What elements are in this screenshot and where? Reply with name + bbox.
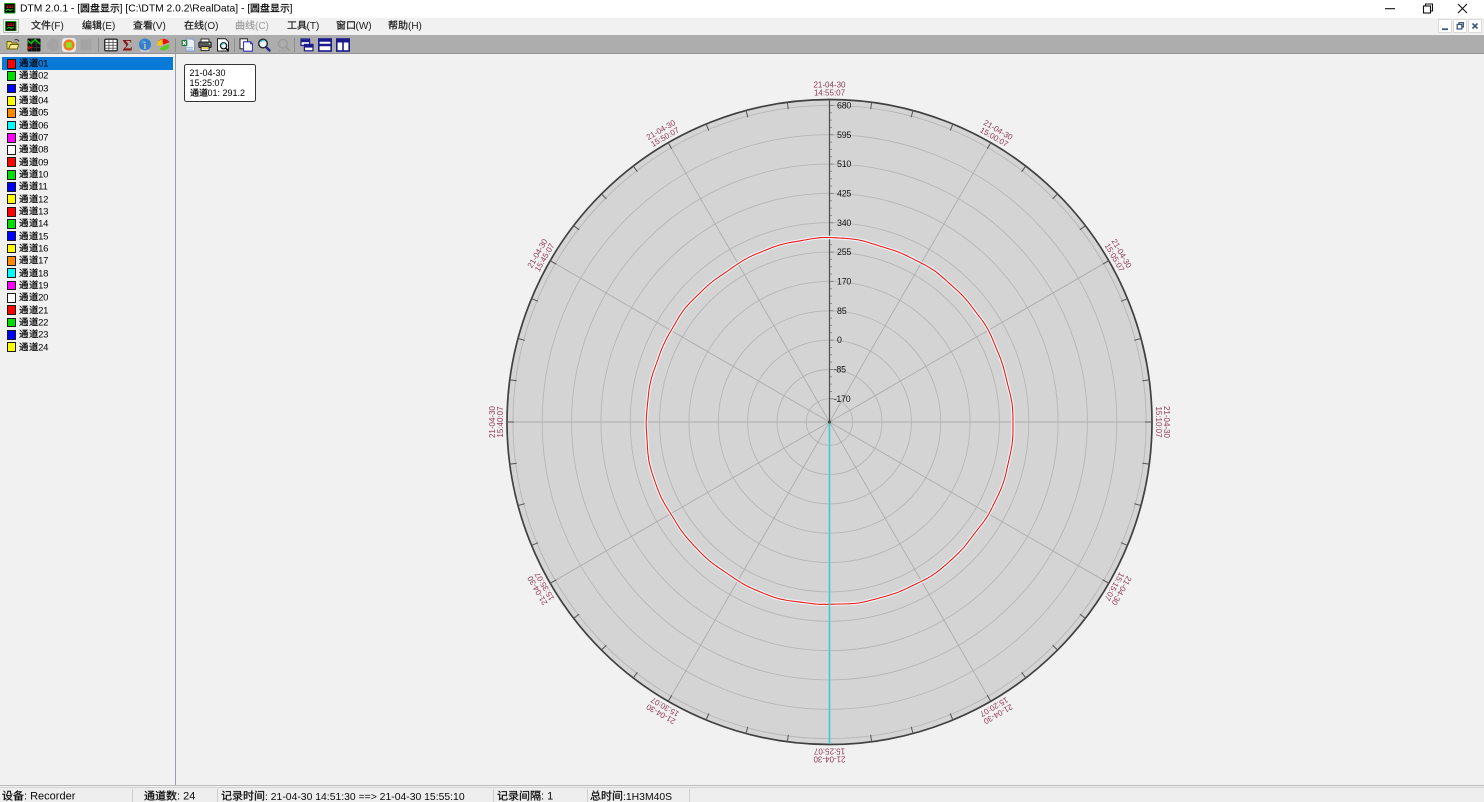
svg-text:425: 425 [837,189,851,199]
svg-text:-170: -170 [834,394,851,404]
svg-text:-85: -85 [834,365,846,375]
svg-text:85: 85 [837,306,847,316]
svg-text:15:10:07: 15:10:07 [1154,406,1163,438]
svg-text:255: 255 [837,247,851,257]
svg-text:15:25:07: 15:25:07 [813,746,845,755]
svg-text:14:55:07: 14:55:07 [814,89,846,98]
svg-text:i: i [143,41,146,52]
svg-text:680: 680 [837,101,851,111]
svg-text:Σ: Σ [122,38,132,52]
svg-text:595: 595 [837,130,851,140]
svg-text:340: 340 [837,218,851,228]
svg-text:0: 0 [837,335,842,345]
svg-text:15:40:07: 15:40:07 [496,406,505,438]
svg-text:170: 170 [837,277,851,287]
svg-text:510: 510 [837,159,851,169]
